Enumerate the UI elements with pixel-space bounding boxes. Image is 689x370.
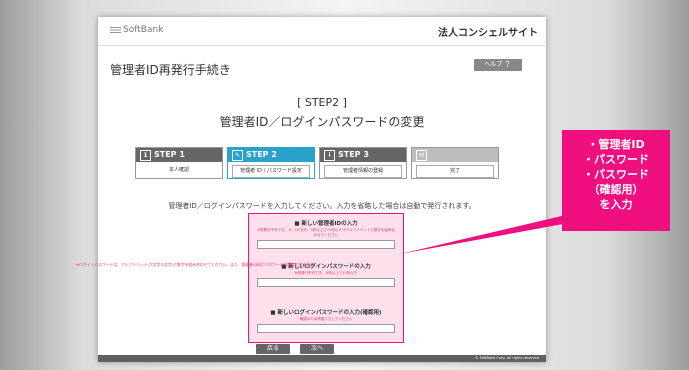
callout-line-5: を入力 (599, 198, 633, 211)
callout-line-4: （確認用） (588, 183, 644, 196)
callout-line-2: ・パスワード (583, 153, 649, 166)
callout-line-1: ・管理者ID (587, 138, 645, 151)
callout-annotation: ・管理者ID ・パスワード ・パスワード （確認用） を入力 (562, 130, 670, 231)
callout-line-3: ・パスワード (583, 168, 649, 181)
